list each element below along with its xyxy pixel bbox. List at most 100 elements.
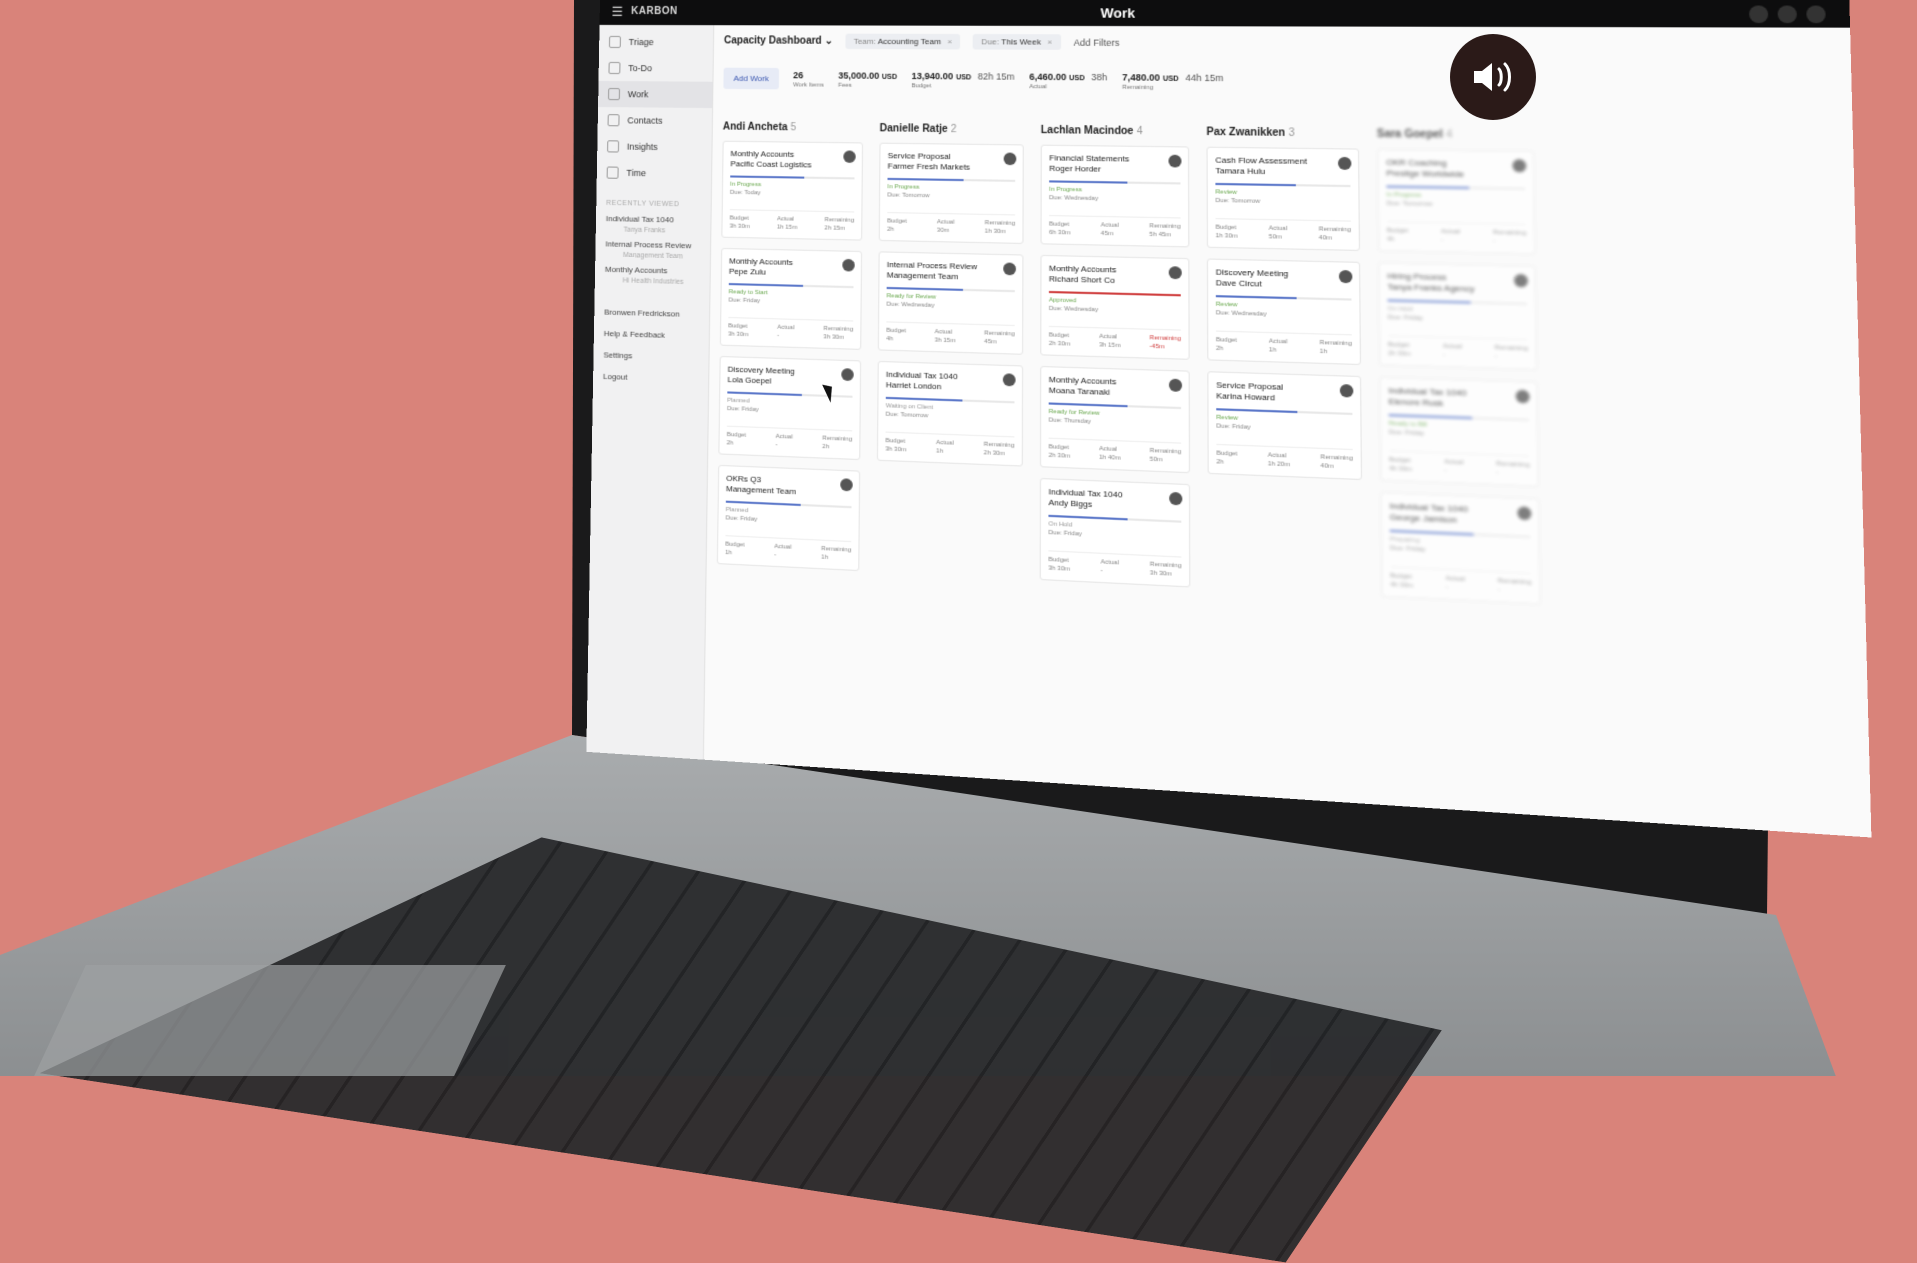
actual-label: Actual: [774, 543, 792, 551]
stat-label: Work Items: [793, 81, 824, 89]
speaker-icon[interactable]: [1450, 34, 1536, 120]
remaining-cell: Remaining 1h: [1320, 339, 1352, 357]
column-header: Andi Ancheta 5: [723, 121, 863, 134]
due-date: Due: Wednesday: [1049, 195, 1099, 203]
sidebar-item-label: To-Do: [628, 63, 653, 74]
card-client: Lola Goepel: [727, 374, 772, 386]
close-icon[interactable]: ×: [1047, 37, 1052, 46]
work-card[interactable]: Financial Statements Roger Horder In Prog…: [1040, 144, 1190, 248]
sidebar-item-triage[interactable]: Triage: [599, 29, 713, 56]
recent-item[interactable]: Internal Process Review Management Team: [595, 236, 710, 264]
view-dropdown[interactable]: Capacity Dashboard ⌄: [724, 35, 833, 47]
remaining-value: 40m: [1320, 463, 1334, 471]
card-work-type: Hiring Process: [1387, 271, 1447, 283]
notification-icon[interactable]: [1777, 5, 1798, 24]
remaining-cell: Remaining 40m: [1320, 453, 1352, 472]
avatar[interactable]: [1806, 5, 1826, 24]
budget-cell: Budget 2h: [1216, 336, 1237, 354]
close-icon[interactable]: ×: [947, 37, 952, 46]
card-title: OKR Coaching Prestige Worldwide: [1386, 157, 1500, 180]
actual-value: -: [1443, 352, 1446, 359]
stat-label: Remaining: [1122, 84, 1154, 91]
stat-time: 82h 15m: [977, 70, 1015, 82]
work-card[interactable]: Monthly Accounts Richard Short Co Approve…: [1040, 254, 1190, 360]
remaining-label: Remaining: [1496, 460, 1530, 469]
budget-cell: Budget 6h 30m: [1049, 220, 1070, 237]
progress-bar: [887, 177, 1016, 182]
column-header: Sara Goepel 4: [1377, 128, 1534, 142]
remaining-cell: Remaining -: [1493, 229, 1526, 247]
work-card[interactable]: OKR Coaching Prestige Worldwide In Progre…: [1377, 148, 1536, 255]
card-work-type: Monthly Accounts: [1048, 263, 1117, 275]
card-title: Individual Tax 1040 Andy Biggs: [1048, 487, 1157, 513]
filter-toolbar: Capacity Dashboard ⌄ Team: Accounting Te…: [724, 33, 1119, 50]
filter-chip-team[interactable]: Team: Accounting Team ×: [845, 33, 961, 50]
work-card[interactable]: Monthly Accounts Pacific Coast Logistics …: [721, 140, 864, 241]
remaining-label: Remaining: [1497, 578, 1532, 587]
remaining-cell: Remaining 3h 30m: [1150, 560, 1182, 579]
budget-cell: Budget 4h 30m: [1389, 456, 1412, 475]
card-title: Internal Process Review Management Team: [887, 260, 992, 283]
card-client: Elenore Rusk: [1388, 396, 1444, 409]
work-card[interactable]: Individual Tax 1040 Andy Biggs On Hold Du…: [1039, 477, 1191, 588]
work-card[interactable]: Monthly Accounts Moana Taranaki Ready for…: [1039, 365, 1190, 474]
card-work-type: Discovery Meeting: [1215, 267, 1289, 279]
sidebar-item-insights[interactable]: Insights: [597, 133, 712, 161]
logout-link[interactable]: Logout: [593, 361, 708, 386]
work-card[interactable]: Service Proposal Farmer Fresh Markets In …: [878, 142, 1024, 244]
work-card[interactable]: Individual Tax 1040 George Jamison Prepar…: [1380, 491, 1541, 605]
work-card[interactable]: Individual Tax 1040 Elenore Rusk Ready to…: [1379, 376, 1540, 488]
card-count: 2: [950, 123, 957, 136]
actual-value: 1h: [1268, 347, 1277, 354]
main-content: Capacity Dashboard ⌄ Team: Accounting Te…: [704, 25, 1872, 837]
work-card[interactable]: Individual Tax 1040 Harriet London Waitin…: [876, 360, 1024, 467]
add-filters-button[interactable]: Add Filters: [1074, 37, 1120, 48]
actual-value: 1h: [936, 448, 944, 455]
card-client: Dave Circut: [1215, 277, 1262, 289]
card-client: Pacific Coast Logistics: [730, 159, 812, 170]
actual-value: 30m: [936, 227, 950, 235]
sidebar-item-time[interactable]: Time: [597, 159, 712, 187]
work-card[interactable]: Discovery Meeting Dave Circut Review Due:…: [1206, 258, 1362, 366]
remaining-cell: Remaining 2h: [822, 434, 852, 452]
remaining-value: -: [1494, 353, 1498, 361]
stat-value: 6,460.00: [1029, 71, 1067, 82]
sidebar-item-contacts[interactable]: Contacts: [598, 107, 713, 134]
actual-cell: Actual 3h 15m: [1099, 333, 1121, 351]
status-badge: In Progress: [1386, 192, 1422, 200]
actual-cell: Actual 3h 15m: [934, 328, 955, 345]
work-card[interactable]: Service Proposal Karina Howard Review Due…: [1207, 371, 1363, 481]
avatar: [1169, 491, 1183, 506]
stat-time: 38h: [1091, 71, 1108, 82]
work-card[interactable]: Hiring Process Tanya Franks Agency On Hol…: [1378, 262, 1538, 371]
remaining-cell: Remaining 2h 30m: [984, 441, 1015, 459]
filter-chip-due[interactable]: Due: This Week ×: [972, 34, 1061, 50]
card-client: Harriet London: [885, 380, 942, 392]
work-card[interactable]: Discovery Meeting Lola Goepel Planned Due…: [718, 355, 862, 461]
recent-item[interactable]: Individual Tax 1040 Tanya Franks: [596, 211, 711, 239]
budget-label: Budget: [1216, 450, 1238, 458]
budget-cell: Budget 1h 30m: [1216, 223, 1238, 241]
board-column: Danielle Ratje 2 Service Proposal Farmer F…: [876, 123, 1024, 590]
sidebar-item-label: Work: [627, 89, 649, 100]
work-card[interactable]: OKRs Q3 Management Team Planned Due: Frid…: [716, 464, 861, 572]
menu-icon[interactable]: ☰: [611, 4, 623, 20]
budget-cell: Budget 3h 30m: [730, 214, 750, 231]
sidebar-item-todo[interactable]: To-Do: [599, 55, 713, 82]
avatar: [1003, 262, 1016, 276]
recent-item[interactable]: Monthly Accounts Hi Health Industries: [595, 261, 710, 289]
work-card[interactable]: Internal Process Review Management Team R…: [877, 251, 1024, 355]
brand-logo: KARBON: [631, 5, 678, 18]
card-title: Financial Statements Roger Horder: [1049, 153, 1156, 176]
sidebar-item-work[interactable]: Work: [598, 80, 713, 109]
actual-label: Actual: [1098, 445, 1118, 454]
remaining-cell: Remaining 2h 15m: [824, 216, 854, 233]
work-card[interactable]: Monthly Accounts Pepe Zulu Ready to Start…: [719, 247, 863, 350]
assignee-name: Danielle Ratje: [879, 123, 948, 136]
budget-value: 6h 30m: [1049, 229, 1071, 237]
work-card[interactable]: Cash Flow Assessment Tamara Hulu Review D…: [1206, 146, 1361, 251]
search-icon[interactable]: [1748, 5, 1769, 24]
due-date: Due: Wednesday: [1048, 305, 1099, 314]
add-work-button[interactable]: Add Work: [723, 67, 780, 90]
budget-label: Budget: [1215, 336, 1237, 345]
